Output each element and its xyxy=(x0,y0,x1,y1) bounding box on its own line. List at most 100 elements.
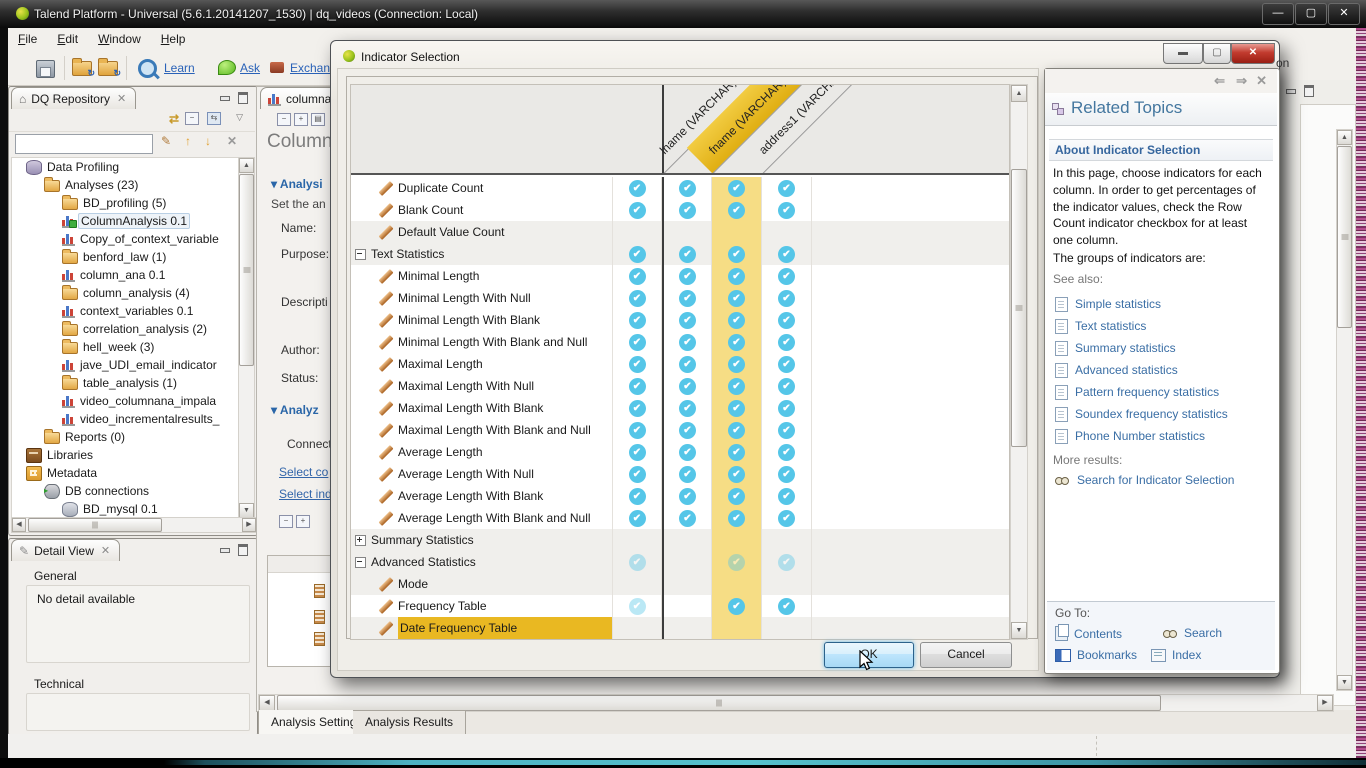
tree-item-hell-week-3-[interactable]: hell_week (3) xyxy=(62,338,239,356)
indicator-row-average-length-with-null[interactable]: Average Length With Null✔✔✔✔ xyxy=(351,463,1009,486)
collapse-all-icon[interactable]: − xyxy=(185,112,199,125)
check-cell-lname[interactable] xyxy=(662,617,712,639)
tree-item-video-incrementalresults-[interactable]: video_incrementalresults_ xyxy=(62,410,239,428)
indicator-row-default-value-count[interactable]: Default Value Count xyxy=(351,221,1009,244)
indicator-row-text-statistics[interactable]: Text Statistics✔✔✔✔ xyxy=(351,243,1009,266)
check-cell-lname[interactable]: ✔ xyxy=(662,243,712,265)
check-cell-fname[interactable]: ✔ xyxy=(712,397,762,419)
check-cell-fname[interactable]: ✔ xyxy=(712,375,762,397)
indicator-label-cell[interactable]: Maximal Length With Null xyxy=(351,375,613,397)
tree-item-benford-law-1-[interactable]: benford_law (1) xyxy=(62,248,239,266)
check-cell-all[interactable]: ✔ xyxy=(613,199,662,221)
cancel-button[interactable]: Cancel xyxy=(920,642,1012,668)
tree-item-video-columnana-impala[interactable]: video_columnana_impala xyxy=(62,392,239,410)
indicator-row-advanced-statistics[interactable]: Advanced Statistics✔✔✔ xyxy=(351,551,1009,574)
check-cell-all[interactable] xyxy=(613,617,662,639)
check-cell-lname[interactable] xyxy=(662,595,712,617)
menu-file[interactable]: File xyxy=(8,28,47,50)
collapse-icon[interactable] xyxy=(355,557,366,568)
check-cell-lname[interactable] xyxy=(662,221,712,243)
scroll-down-icon[interactable]: ▼ xyxy=(1337,675,1352,690)
tab-detail-view[interactable]: ✎ Detail View ✕ xyxy=(11,539,120,561)
learn-icon[interactable] xyxy=(138,59,157,78)
check-cell-fname[interactable]: ✔ xyxy=(712,551,762,573)
help-link-pattern-frequency-statistics[interactable]: Pattern frequency statistics xyxy=(1055,381,1219,403)
tab-analysis-results[interactable]: Analysis Results xyxy=(353,710,466,735)
window-maximize-button[interactable]: ▢ xyxy=(1295,3,1327,25)
indicator-row-minimal-length[interactable]: Minimal Length✔✔✔✔ xyxy=(351,265,1009,288)
scroll-up-icon[interactable]: ▲ xyxy=(239,158,254,173)
indicator-row-maximal-length-with-blank[interactable]: Maximal Length With Blank✔✔✔✔ xyxy=(351,397,1009,420)
forward-icon[interactable]: ⇒ xyxy=(1236,73,1247,89)
indicator-row-average-length-with-blank[interactable]: Average Length With Blank✔✔✔✔ xyxy=(351,485,1009,508)
tree-vertical-scrollbar[interactable]: ▲ ▼ xyxy=(238,157,255,519)
scroll-right-icon[interactable]: ▶ xyxy=(1317,695,1333,711)
indicator-label-cell[interactable]: Blank Count xyxy=(351,199,613,221)
check-cell-lname[interactable]: ✔ xyxy=(662,397,712,419)
check-cell-fname[interactable]: ✔ xyxy=(712,419,762,441)
check-cell-lname[interactable]: ✔ xyxy=(662,265,712,287)
dialog-close-button[interactable]: ✕ xyxy=(1231,43,1275,64)
tree-item-bd-mysql-0-1[interactable]: BD_mysql 0.1 xyxy=(62,500,239,518)
close-icon[interactable]: ✕ xyxy=(117,92,126,105)
expand-icon[interactable]: + xyxy=(296,515,310,528)
scroll-down-icon[interactable]: ▼ xyxy=(239,503,254,518)
check-cell-fname[interactable]: ✔ xyxy=(712,265,762,287)
filter-input[interactable] xyxy=(15,134,153,154)
check-cell-lname[interactable] xyxy=(662,529,712,551)
clear-filter-icon[interactable]: ✕ xyxy=(227,134,237,148)
check-cell-fname[interactable] xyxy=(712,221,762,243)
scrollbar-thumb[interactable] xyxy=(277,695,1161,711)
tree-item-column-analysis-4-[interactable]: column_analysis (4) xyxy=(62,284,239,302)
scroll-left-icon[interactable]: ◀ xyxy=(259,695,275,711)
indicator-label-cell[interactable]: Minimal Length With Blank and Null xyxy=(351,331,613,353)
collapse-icon[interactable]: − xyxy=(279,515,293,528)
check-cell-address1[interactable] xyxy=(762,617,812,639)
analyzed-columns-section[interactable]: ▾ Analyz xyxy=(271,403,319,417)
goto-contents[interactable]: Contents xyxy=(1055,626,1122,641)
indicator-label-cell[interactable]: Maximal Length With Blank and Null xyxy=(351,419,613,441)
minimize-view-icon[interactable] xyxy=(218,91,231,102)
check-cell-address1[interactable]: ✔ xyxy=(762,551,812,573)
check-cell-lname[interactable]: ✔ xyxy=(662,287,712,309)
tree-item-db-connections[interactable]: DB connections xyxy=(44,482,239,500)
tree-item-copy-of-context-variable[interactable]: Copy_of_context_variable xyxy=(62,230,239,248)
collapse-icon[interactable] xyxy=(355,249,366,260)
check-cell-address1[interactable]: ✔ xyxy=(762,397,812,419)
indicator-label-cell[interactable]: Frequency Table xyxy=(351,595,613,617)
check-cell-fname[interactable]: ✔ xyxy=(712,243,762,265)
indicator-row-minimal-length-with-blank[interactable]: Minimal Length With Blank✔✔✔✔ xyxy=(351,309,1009,332)
dialog-maximize-button[interactable]: ▢ xyxy=(1203,43,1231,64)
check-cell-all[interactable]: ✔ xyxy=(613,551,662,573)
check-cell-lname[interactable] xyxy=(662,573,712,595)
close-icon[interactable]: ✕ xyxy=(1256,73,1267,89)
indicator-label-cell[interactable]: Maximal Length With Blank xyxy=(351,397,613,419)
indicator-row-mode[interactable]: Mode xyxy=(351,573,1009,596)
indicator-row-frequency-table[interactable]: Frequency Table✔✔✔ xyxy=(351,595,1009,618)
tree-item-bd-profiling-5-[interactable]: BD_profiling (5) xyxy=(62,194,239,212)
check-cell-lname[interactable]: ✔ xyxy=(662,507,712,529)
help-link-summary-statistics[interactable]: Summary statistics xyxy=(1055,337,1176,359)
indicator-label-cell[interactable]: Average Length With Blank xyxy=(351,485,613,507)
scroll-left-icon[interactable]: ◀ xyxy=(12,518,26,532)
check-cell-lname[interactable]: ✔ xyxy=(662,375,712,397)
move-up-icon[interactable]: ↑ xyxy=(185,134,191,148)
menu-edit[interactable]: Edit xyxy=(47,28,88,50)
indicator-label-cell[interactable]: Maximal Length xyxy=(351,353,613,375)
check-cell-all[interactable]: ✔ xyxy=(613,441,662,463)
goto-bookmarks[interactable]: Bookmarks xyxy=(1055,648,1137,662)
check-cell-all[interactable]: ✔ xyxy=(613,177,662,199)
check-cell-all[interactable]: ✔ xyxy=(613,331,662,353)
indicator-label-cell[interactable]: Average Length With Blank and Null xyxy=(351,507,613,529)
check-cell-fname[interactable]: ✔ xyxy=(712,331,762,353)
check-cell-lname[interactable]: ✔ xyxy=(662,441,712,463)
window-minimize-button[interactable]: — xyxy=(1262,3,1294,25)
indicator-label-cell[interactable]: Minimal Length With Blank xyxy=(351,309,613,331)
indicator-label-cell[interactable]: Default Value Count xyxy=(351,221,613,243)
background-vertical-scrollbar[interactable]: ▲ ▼ xyxy=(1336,129,1353,691)
scroll-right-icon[interactable]: ▶ xyxy=(242,518,256,532)
check-cell-all[interactable]: ✔ xyxy=(613,243,662,265)
tree-item-columnanalysis-0-1[interactable]: ColumnAnalysis 0.1 xyxy=(62,212,239,230)
check-cell-address1[interactable]: ✔ xyxy=(762,463,812,485)
check-cell-all[interactable]: ✔ xyxy=(613,595,662,617)
